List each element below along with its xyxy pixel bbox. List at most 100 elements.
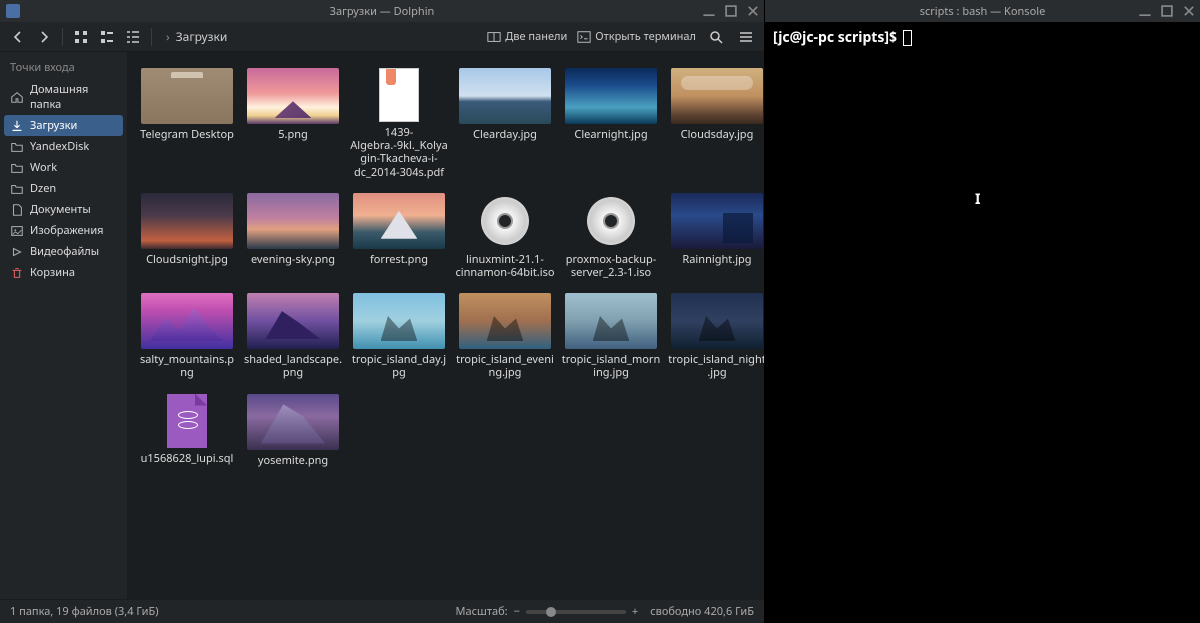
split-view-button[interactable]: Две панели (487, 29, 567, 44)
minimize-button[interactable] (1138, 4, 1152, 18)
toolbar: › Загрузки Две панели Открыть терминал (0, 22, 764, 52)
file-item[interactable]: Cloudsnight.jpg (136, 193, 238, 279)
file-item[interactable]: tropic_island_evening.jpg (454, 293, 556, 379)
image-thumbnail (141, 293, 233, 349)
zoom-in-icon[interactable]: + (632, 604, 638, 619)
file-item[interactable]: tropic_island_night.jpg (666, 293, 764, 379)
file-item[interactable]: Rainnight.jpg (666, 193, 764, 279)
sidebar-item-video[interactable]: Видеофайлы (0, 241, 127, 262)
home-icon (10, 90, 24, 104)
file-item[interactable]: 1439-Algebra.-9kl._Kolyagin-Tkacheva-i-d… (348, 68, 450, 179)
dolphin-window: Загрузки — Dolphin › Загрузки Две панели… (0, 0, 765, 623)
document-icon (10, 203, 24, 217)
sidebar-item-label: Домашняя папка (30, 82, 117, 112)
file-item[interactable]: shaded_landscape.png (242, 293, 344, 379)
zoom-slider[interactable] (526, 610, 626, 614)
sidebar: Точки входа Домашняя папка Загрузки Yandex… (0, 52, 128, 599)
download-icon (10, 119, 24, 133)
file-item[interactable]: Clearnight.jpg (560, 68, 662, 179)
file-label: evening-sky.png (251, 253, 335, 266)
zoom-out-icon[interactable]: − (514, 604, 520, 619)
icons-view-button[interactable] (71, 27, 91, 47)
image-thumbnail (459, 293, 551, 349)
disc-icon (565, 193, 657, 249)
sidebar-item-label: Work (30, 160, 57, 175)
file-item[interactable]: evening-sky.png (242, 193, 344, 279)
file-item[interactable]: 5.png (242, 68, 344, 179)
window-title: scripts : bash — Konsole (920, 4, 1046, 19)
sidebar-header: Точки входа (0, 56, 127, 79)
sidebar-item-label: Документы (30, 202, 91, 217)
breadcrumb[interactable]: › Загрузки (160, 28, 481, 45)
file-label: tropic_island_day.jpg (349, 353, 449, 379)
file-item[interactable]: linuxmint-21.1-cinnamon-64bit.iso (454, 193, 556, 279)
terminal-cursor (903, 30, 912, 46)
file-label: salty_mountains.png (137, 353, 237, 379)
file-item[interactable]: tropic_island_morning.jpg (560, 293, 662, 379)
pdf-icon (379, 68, 419, 122)
sidebar-item-folder[interactable]: Dzen (0, 178, 127, 199)
forward-button[interactable] (34, 27, 54, 47)
image-thumbnail (247, 68, 339, 124)
sidebar-item-label: YandexDisk (30, 139, 89, 154)
file-item[interactable]: u1568628_lupi.sql (136, 394, 238, 467)
close-button[interactable] (746, 4, 760, 18)
separator (62, 28, 63, 46)
file-label: tropic_island_evening.jpg (455, 353, 555, 379)
terminal-prompt: [jc@jc-pc scripts]$ (773, 28, 901, 47)
status-summary: 1 папка, 19 файлов (3,4 ГиБ) (10, 604, 159, 619)
file-label: Rainnight.jpg (682, 253, 751, 266)
sidebar-item-folder[interactable]: YandexDisk (0, 136, 127, 157)
folder-icon (10, 182, 24, 196)
image-thumbnail (141, 193, 233, 249)
close-button[interactable] (1182, 4, 1196, 18)
breadcrumb-segment[interactable]: Загрузки (176, 28, 228, 45)
file-label: tropic_island_night.jpg (667, 353, 764, 379)
sidebar-item-home[interactable]: Домашняя папка (0, 79, 127, 115)
image-thumbnail (671, 193, 763, 249)
image-thumbnail (353, 293, 445, 349)
file-item[interactable]: Telegram Desktop (136, 68, 238, 179)
trash-icon (10, 266, 24, 280)
statusbar: 1 папка, 19 файлов (3,4 ГиБ) Масштаб: − … (0, 599, 764, 623)
sidebar-item-document[interactable]: Документы (0, 199, 127, 220)
sidebar-item-label: Видеофайлы (30, 244, 99, 259)
file-item[interactable]: salty_mountains.png (136, 293, 238, 379)
compact-view-button[interactable] (97, 27, 117, 47)
file-label: Cloudsday.jpg (681, 128, 754, 141)
dolphin-titlebar[interactable]: Загрузки — Dolphin (0, 0, 764, 22)
minimize-button[interactable] (702, 4, 716, 18)
zoom-control[interactable]: Масштаб: − + (455, 604, 638, 619)
zoom-label: Масштаб: (455, 604, 507, 619)
maximize-button[interactable] (724, 4, 738, 18)
sidebar-item-folder[interactable]: Work (0, 157, 127, 178)
file-label: u1568628_lupi.sql (141, 452, 234, 465)
search-button[interactable] (706, 27, 726, 47)
konsole-window: scripts : bash — Konsole [jc@jc-pc scrip… (765, 0, 1200, 623)
maximize-button[interactable] (1160, 4, 1174, 18)
open-terminal-button[interactable]: Открыть терминал (577, 29, 696, 44)
file-item[interactable]: forrest.png (348, 193, 450, 279)
menu-button[interactable] (736, 27, 756, 47)
file-item[interactable]: proxmox-backup-server_2.3-1.iso (560, 193, 662, 279)
file-item[interactable]: tropic_island_day.jpg (348, 293, 450, 379)
konsole-titlebar[interactable]: scripts : bash — Konsole (765, 0, 1200, 22)
file-label: proxmox-backup-server_2.3-1.iso (561, 253, 661, 279)
sidebar-item-download[interactable]: Загрузки (4, 115, 123, 136)
files-area[interactable]: Telegram Desktop 5.png 1439-Algebra.-9kl._… (128, 52, 764, 599)
file-item[interactable]: Cloudsday.jpg (666, 68, 764, 179)
file-label: 5.png (278, 128, 308, 141)
separator (151, 28, 152, 46)
sidebar-item-trash[interactable]: Корзина (0, 262, 127, 283)
file-item[interactable]: Clearday.jpg (454, 68, 556, 179)
folder-icon (10, 140, 24, 154)
details-view-button[interactable] (123, 27, 143, 47)
file-item[interactable]: yosemite.png (242, 394, 344, 467)
sidebar-item-image[interactable]: Изображения (0, 220, 127, 241)
back-button[interactable] (8, 27, 28, 47)
terminal-body[interactable]: [jc@jc-pc scripts]$ I (765, 22, 1200, 623)
free-space: свободно 420,6 ГиБ (650, 604, 754, 619)
folder-icon (141, 68, 233, 124)
disc-icon (459, 193, 551, 249)
file-label: shaded_landscape.png (243, 353, 343, 379)
